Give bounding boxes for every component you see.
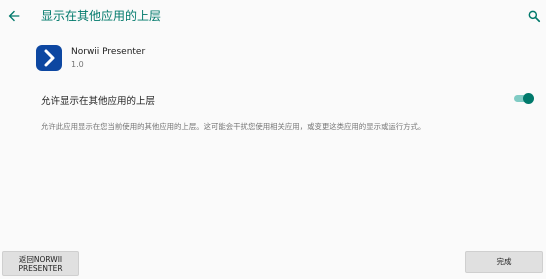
switch-thumb [523, 93, 534, 104]
permission-switch[interactable] [514, 93, 534, 104]
chevron-right-icon [44, 49, 55, 67]
arrow-back-icon[interactable] [6, 8, 22, 24]
app-bar: 显示在其他应用的上层 [0, 0, 546, 34]
permission-toggle-row[interactable]: 允许显示在其他应用的上层 [0, 84, 546, 112]
app-icon [36, 45, 62, 71]
app-name: Norwii Presenter [71, 47, 146, 57]
back-to-app-button[interactable]: 返回NORWII PRESENTER [2, 251, 79, 276]
done-button[interactable]: 完成 [465, 251, 543, 273]
back-button-label-line1: 返回NORWII [18, 255, 63, 264]
page-title: 显示在其他应用的上层 [41, 9, 162, 23]
app-version: 1.0 [71, 60, 84, 69]
app-info: Norwii Presenter 1.0 [36, 43, 236, 73]
permission-description: 允许此应用显示在您当前使用的其他应用的上层。这可能会干扰您使用相关应用，或变更这… [41, 122, 426, 131]
search-icon[interactable] [527, 9, 541, 23]
permission-label: 允许显示在其他应用的上层 [41, 96, 156, 107]
back-button-label-line2: PRESENTER [18, 264, 63, 273]
